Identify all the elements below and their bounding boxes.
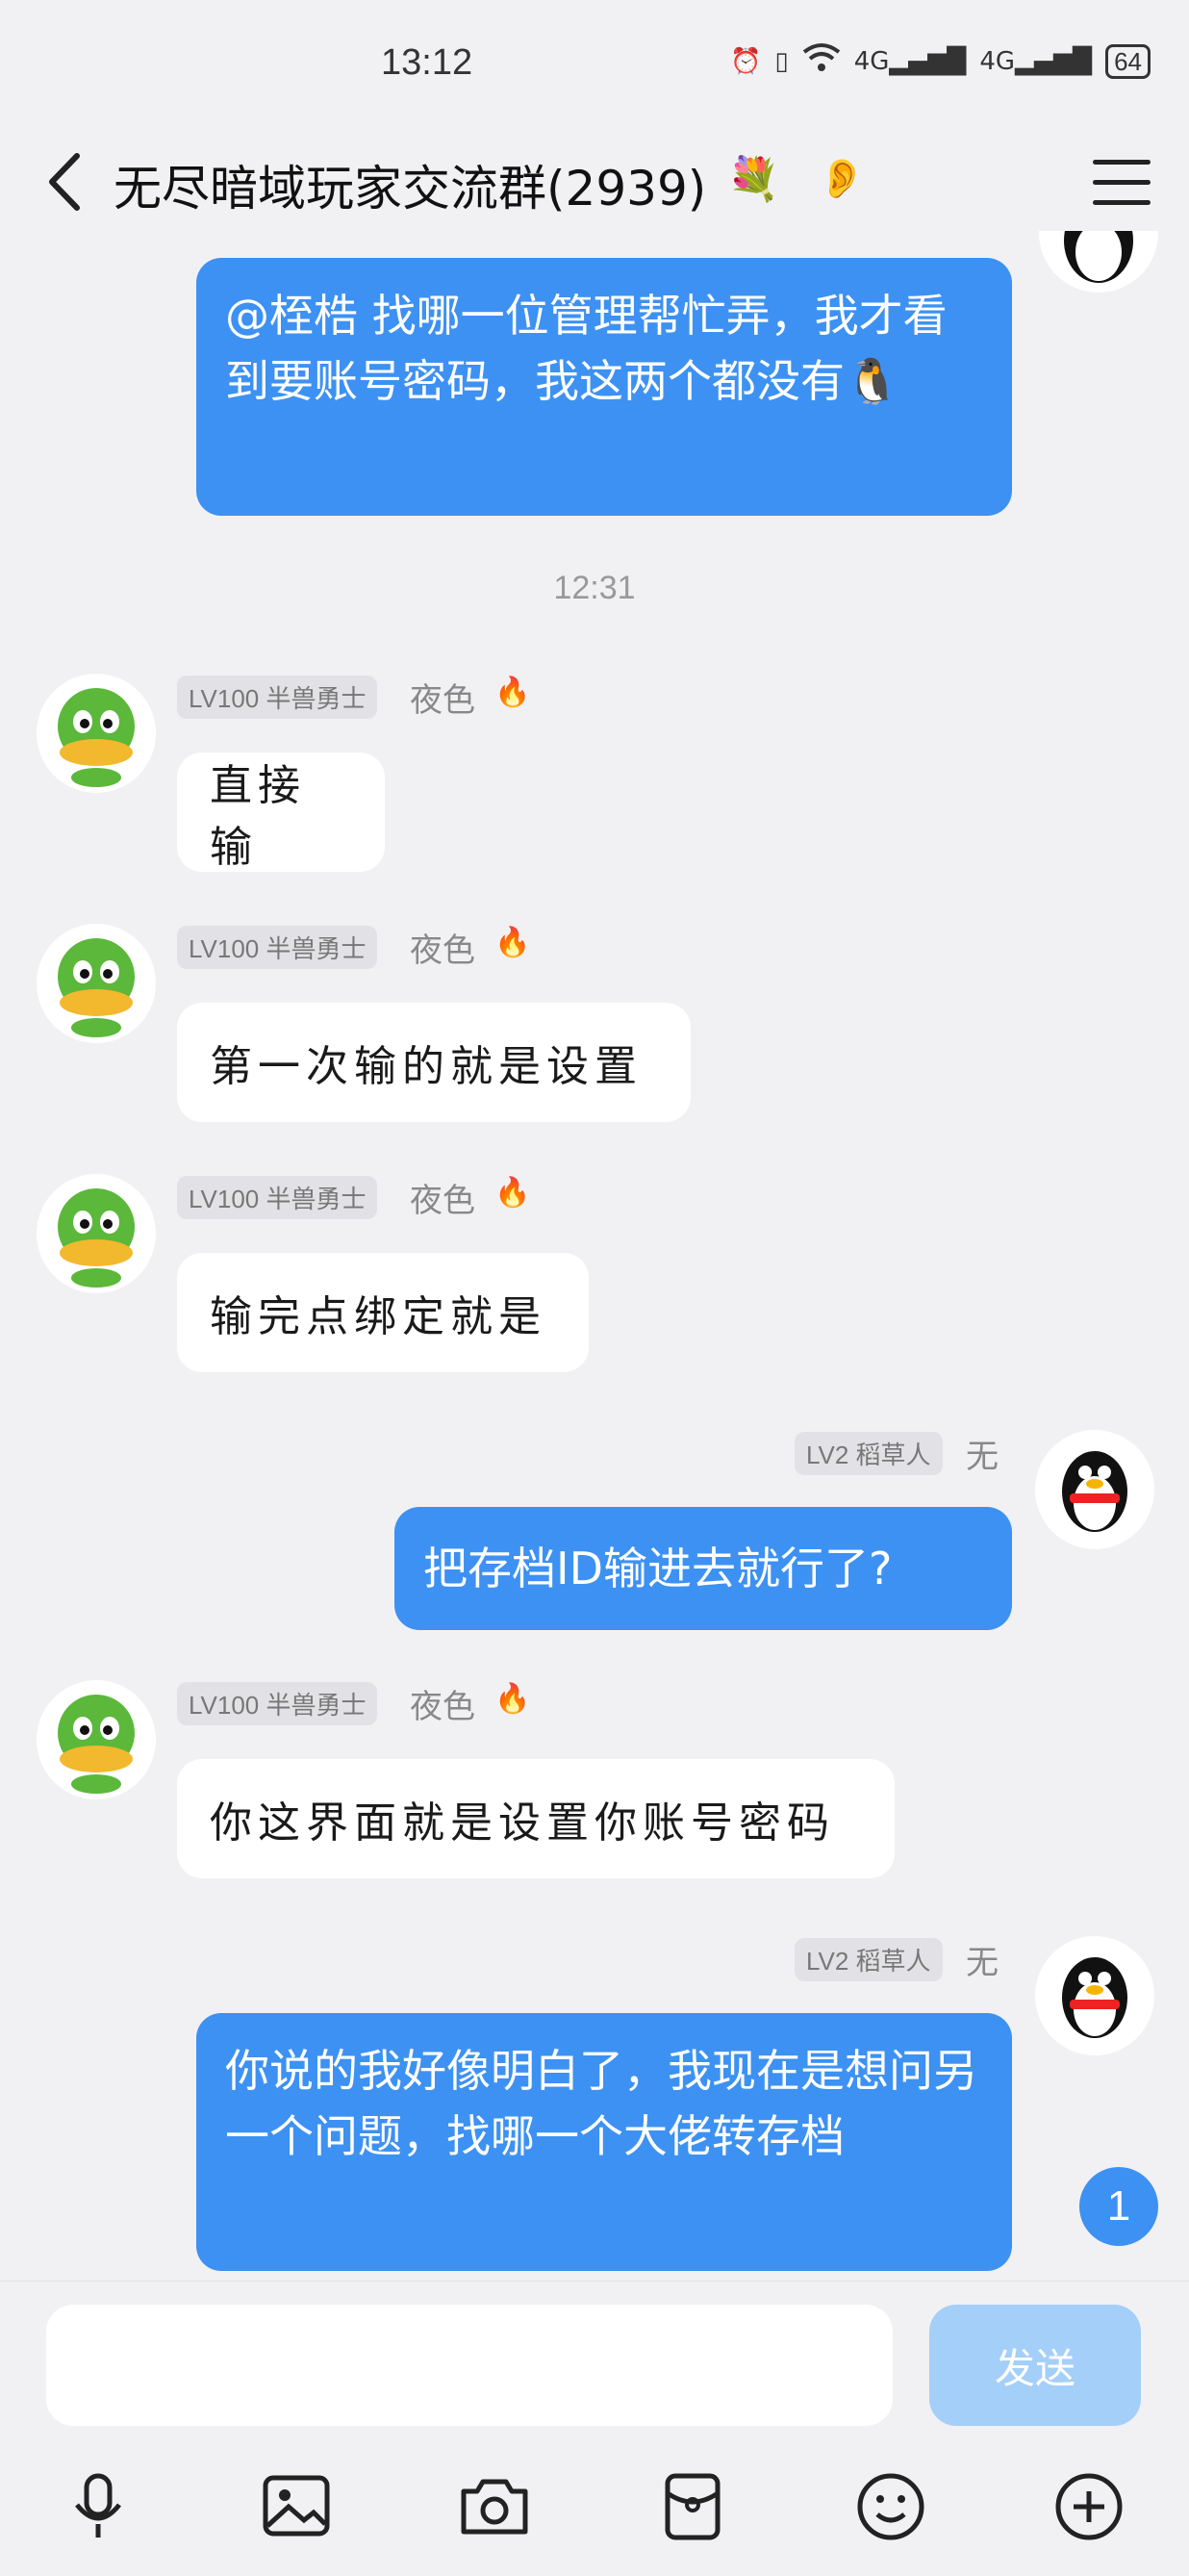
chat-title[interactable]: 无尽暗域玩家交流群(2939) (114, 150, 706, 219)
send-button[interactable]: 发送 (929, 2305, 1141, 2426)
battery-icon: 64 (1105, 43, 1151, 79)
unread-count-badge[interactable]: 1 (1079, 2167, 1158, 2246)
sender-name[interactable]: 夜色 (410, 924, 475, 971)
status-icons: ⏰ ▯ 4G▂▄▆█ 4G▂▄▆█ 64 (730, 42, 1151, 80)
message-bubble-incoming[interactable]: 第一次输的就是设置 (177, 1003, 691, 1122)
sender-name[interactable]: 夜色 (410, 1174, 475, 1221)
avatar-duck[interactable] (37, 1174, 156, 1293)
menu-button[interactable] (1093, 160, 1151, 206)
image-icon[interactable] (258, 2468, 335, 2545)
avatar-penguin[interactable] (1035, 1430, 1154, 1549)
avatar-penguin[interactable] (1039, 231, 1158, 293)
wifi-icon (802, 42, 841, 80)
input-toolbar (0, 2451, 1189, 2557)
message-bubble-outgoing[interactable]: 你说的我好像明白了，我现在是想问另一个问题，找哪一个大佬转存档 (196, 2013, 1012, 2271)
chevron-left-icon (49, 153, 80, 211)
message-input[interactable] (46, 2305, 893, 2426)
member-level-badge: LV2 稻草人 (795, 1432, 943, 1475)
signal-4g-icon: 4G▂▄▆█ (853, 46, 967, 76)
member-level-badge: LV100 半兽勇士 (177, 676, 378, 719)
avatar-duck[interactable] (37, 674, 156, 793)
signal-4g-icon-2: 4G▂▄▆█ (979, 46, 1093, 76)
fire-icon: 🔥 (494, 926, 531, 959)
ear-icon[interactable]: 👂 (818, 156, 866, 201)
message-bubble-outgoing[interactable]: @桎梏 找哪一位管理帮忙弄，我才看到要账号密码，我这两个都没有🐧 (196, 258, 1012, 516)
message-bubble-outgoing[interactable]: 把存档ID输进去就行了? (394, 1507, 1012, 1630)
camera-icon[interactable] (456, 2468, 533, 2545)
member-level-badge: LV100 半兽勇士 (177, 1176, 378, 1219)
fire-icon: 🔥 (494, 1682, 531, 1716)
status-time: 13:12 (381, 42, 473, 83)
status-bar: 13:12 ⏰ ▯ 4G▂▄▆█ 4G▂▄▆█ 64 (0, 0, 1189, 135)
chat-header: 无尽暗域玩家交流群(2939) 💐 👂 (0, 135, 1189, 231)
avatar-penguin[interactable] (1035, 1936, 1154, 2055)
fire-icon: 🔥 (494, 1176, 531, 1210)
member-level-badge: LV2 稻草人 (795, 1938, 943, 1981)
sender-name[interactable]: 夜色 (410, 1680, 475, 1727)
input-bar: 发送 (0, 2281, 1189, 2576)
mic-icon[interactable] (60, 2468, 137, 2545)
avatar-duck[interactable] (37, 1680, 156, 1799)
fire-icon: 🔥 (494, 676, 531, 709)
message-bubble-incoming[interactable]: 你这界面就是设置你账号密码 (177, 1759, 895, 1878)
flower-icon: 💐 (727, 155, 780, 204)
avatar-duck[interactable] (37, 924, 156, 1043)
alarm-icon: ⏰ (730, 46, 762, 76)
sender-name[interactable]: 无 (966, 1430, 999, 1477)
sender-name[interactable]: 夜色 (410, 674, 475, 721)
vibrate-icon: ▯ (774, 46, 789, 76)
back-button[interactable] (38, 148, 96, 216)
message-bubble-incoming[interactable]: 输完点绑定就是 (177, 1253, 589, 1372)
member-level-badge: LV100 半兽勇士 (177, 1682, 378, 1725)
message-list[interactable]: @桎梏 找哪一位管理帮忙弄，我才看到要账号密码，我这两个都没有🐧 12:31 L… (0, 231, 1189, 2281)
sender-name[interactable]: 无 (966, 1936, 999, 1983)
member-level-badge: LV100 半兽勇士 (177, 926, 378, 969)
emoji-icon[interactable] (852, 2468, 929, 2545)
message-timestamp: 12:31 (553, 570, 636, 606)
message-bubble-incoming[interactable]: 直接输 (177, 752, 385, 872)
red-packet-icon[interactable] (654, 2468, 731, 2545)
plus-icon[interactable] (1050, 2468, 1127, 2545)
